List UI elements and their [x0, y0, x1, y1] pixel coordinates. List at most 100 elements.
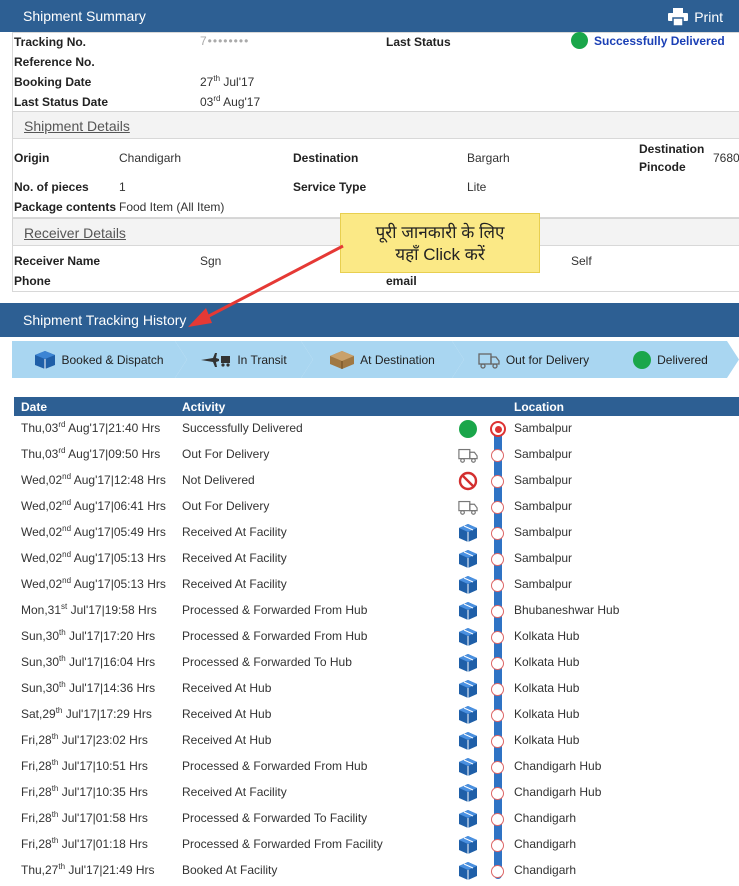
green-dot-icon [571, 32, 588, 49]
timeline-node [491, 579, 504, 592]
service-type-value: Lite [467, 180, 487, 194]
table-row: Fri,28th Jul'17|01:18 Hrs Processed & For… [14, 832, 739, 858]
column-activity: Activity [182, 400, 226, 414]
timeline-node [491, 735, 504, 748]
service-type-label: Service Type [293, 180, 367, 194]
shipment-details-header[interactable]: Shipment Details [12, 111, 739, 139]
row-activity: Received At Hub [182, 707, 272, 721]
row-location: Kolkata Hub [514, 733, 580, 747]
timeline-node [491, 813, 504, 826]
transit-icon [201, 353, 231, 367]
last-status-value: Successfully Delivered [594, 33, 725, 48]
package-icon [330, 351, 354, 369]
printer-icon [668, 8, 689, 26]
receiver-relation-value: Self [571, 254, 592, 268]
shipment-summary-title: Shipment Summary [23, 8, 146, 24]
last-status-label: Last Status [386, 35, 451, 49]
green-dot-icon [458, 419, 478, 439]
tracking-history-table: Date Activity Location Thu,03rd Aug'17|2… [14, 397, 739, 884]
shipment-summary-header: Shipment Summary Print [0, 0, 739, 32]
timeline-node [491, 787, 504, 800]
last-status: Successfully Delivered [571, 32, 725, 49]
table-body: Thu,03rd Aug'17|21:40 Hrs Successfully De… [14, 416, 739, 884]
row-location: Chandigarh [514, 811, 577, 825]
row-date: Sun,30th Jul'17|17:20 Hrs [21, 628, 156, 644]
print-label: Print [694, 9, 723, 25]
timeline-node [491, 683, 504, 696]
row-date: Mon,31st Jul'17|19:58 Hrs [21, 602, 157, 618]
row-location: Kolkata Hub [514, 655, 580, 669]
row-location: Kolkata Hub [514, 681, 580, 695]
table-row: Fri,28th Jul'17|10:35 Hrs Received At Fac… [14, 780, 739, 806]
row-date: Wed,02nd Aug'17|12:48 Hrs [21, 472, 166, 488]
phone-label: Phone [14, 274, 51, 288]
delivery-van-icon [458, 497, 478, 517]
row-date: Fri,28th Jul'17|10:51 Hrs [21, 758, 148, 774]
table-row: Wed,02nd Aug'17|12:48 Hrs Not Delivered Sa… [14, 468, 739, 494]
box-icon [458, 705, 478, 725]
receiver-details-title[interactable]: Receiver Details [24, 225, 126, 241]
row-activity: Processed & Forwarded From Hub [182, 603, 368, 617]
column-date: Date [21, 400, 48, 414]
row-location: Chandigarh [514, 837, 577, 851]
table-row: Thu,03rd Aug'17|09:50 Hrs Out For Deliver… [14, 442, 739, 468]
row-location: Chandigarh Hub [514, 785, 602, 799]
destination-label: Destination [293, 151, 359, 165]
row-location: Chandigarh Hub [514, 759, 602, 773]
row-date: Fri,28th Jul'17|10:35 Hrs [21, 784, 148, 800]
row-activity: Processed & Forwarded To Facility [182, 811, 368, 825]
shipment-details-title[interactable]: Shipment Details [24, 118, 130, 134]
row-activity: Not Delivered [182, 473, 255, 487]
step-booked-dispatch: Booked & Dispatch [12, 341, 187, 378]
last-status-date-label: Last Status Date [14, 95, 109, 109]
last-status-date-value: 03rd Aug'17 [200, 94, 261, 110]
package-contents-value: Food Item (All Item) [119, 200, 225, 214]
box-icon [35, 351, 55, 369]
timeline-node [491, 839, 504, 852]
row-activity: Received At Hub [182, 681, 272, 695]
box-icon [458, 601, 478, 621]
box-icon [458, 835, 478, 855]
green-dot-icon [633, 351, 651, 369]
tracking-progress-steps: Booked & Dispatch In Transit At Destinat… [12, 341, 739, 378]
row-location: Sambalpur [514, 551, 573, 565]
table-row: Fri,28th Jul'17|01:58 Hrs Processed & For… [14, 806, 739, 832]
row-activity: Received At Facility [182, 577, 287, 591]
reference-label: Reference No. [14, 55, 95, 69]
table-row: Mon,31st Jul'17|19:58 Hrs Processed & For… [14, 598, 739, 624]
row-date: Sat,29th Jul'17|17:29 Hrs [21, 706, 152, 722]
pincode-label-1: Destination [639, 142, 705, 156]
package-contents-label: Package contents [14, 200, 117, 214]
row-location: Sambalpur [514, 421, 573, 435]
box-icon [458, 731, 478, 751]
row-location: Kolkata Hub [514, 629, 580, 643]
timeline-node [491, 865, 504, 878]
timeline-node [491, 553, 504, 566]
tracking-label: Tracking No. [14, 35, 87, 49]
row-date: Fri,28th Jul'17|23:02 Hrs [21, 732, 148, 748]
timeline-node [491, 527, 504, 540]
row-date: Sun,30th Jul'17|14:36 Hrs [21, 680, 156, 696]
row-date: Wed,02nd Aug'17|05:13 Hrs [21, 550, 166, 566]
timeline-node [491, 657, 504, 670]
box-icon [458, 861, 478, 881]
row-activity: Received At Facility [182, 525, 287, 539]
delivery-van-icon [478, 351, 500, 369]
step-in-transit: In Transit [175, 341, 313, 378]
tracking-timeline-line [494, 425, 502, 879]
row-activity: Processed & Forwarded From Hub [182, 759, 368, 773]
row-date: Wed,02nd Aug'17|05:49 Hrs [21, 524, 166, 540]
print-button[interactable]: Print [668, 8, 723, 26]
booking-date-value: 27th Jul'17 [200, 74, 255, 90]
origin-value: Chandigarh [119, 151, 182, 165]
row-location: Bhubaneshwar Hub [514, 603, 620, 617]
tracking-history-header: Shipment Tracking History [0, 303, 739, 337]
box-icon [458, 627, 478, 647]
pieces-label: No. of pieces [14, 180, 89, 194]
row-activity: Received At Hub [182, 733, 272, 747]
booking-date-label: Booking Date [14, 75, 92, 89]
tracking-history-title: Shipment Tracking History [23, 312, 187, 328]
box-icon [458, 523, 478, 543]
timeline-node [491, 605, 504, 618]
pieces-value: 1 [119, 180, 126, 194]
